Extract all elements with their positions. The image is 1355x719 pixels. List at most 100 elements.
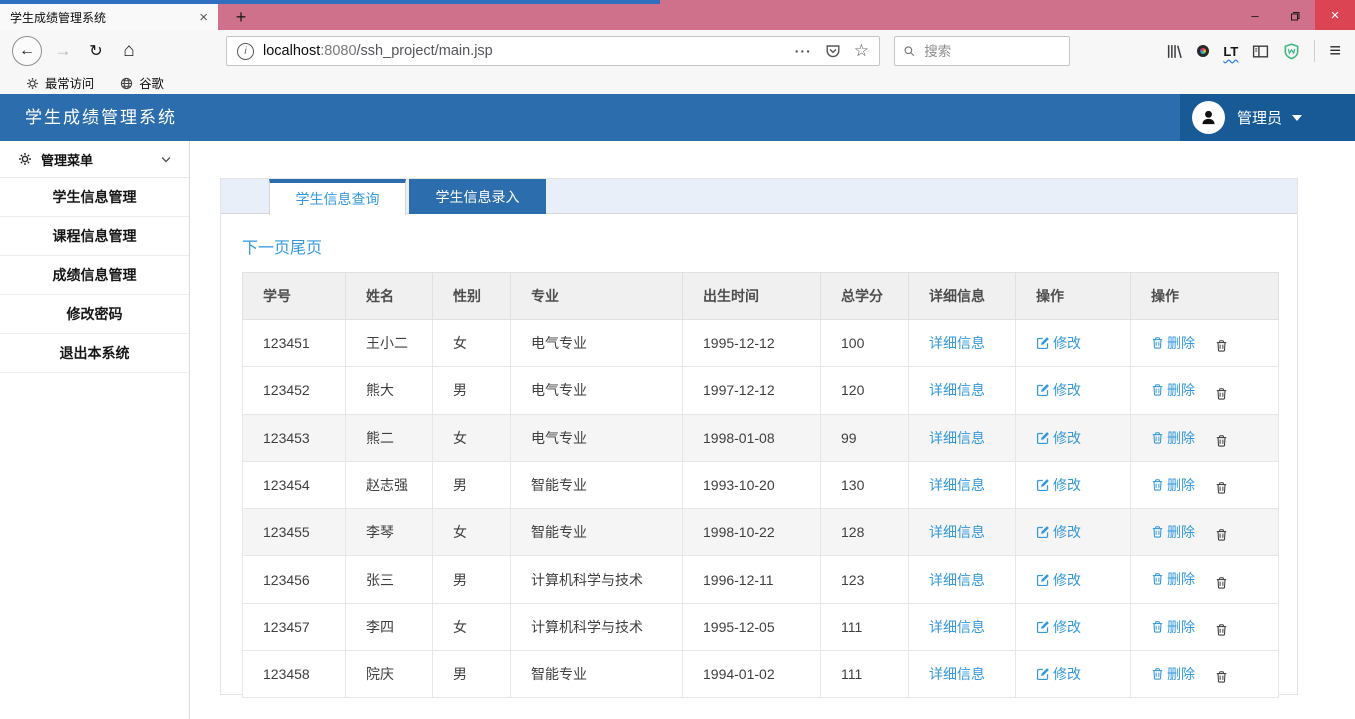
trash-icon	[1151, 667, 1164, 681]
languagetool-icon[interactable]: LT	[1223, 44, 1238, 59]
trash-icon-button[interactable]	[1215, 481, 1228, 495]
url-actions: ··· ☆	[795, 41, 869, 61]
cell-edit: 修改	[1016, 367, 1131, 414]
delete-link[interactable]: 删除	[1151, 428, 1195, 448]
edit-link[interactable]: 修改	[1036, 380, 1081, 400]
home-button[interactable]: ⌂	[116, 40, 142, 62]
tab-strip: 学生信息查询 学生信息录入	[221, 179, 1297, 214]
cell-birth-date: 1996-12-11	[683, 556, 821, 603]
edit-icon	[1036, 573, 1050, 587]
tab-content: 下一页尾页 学号 姓名 性别 专业	[221, 214, 1297, 698]
cell-student-id: 123456	[243, 556, 346, 603]
detail-link[interactable]: 详细信息	[929, 664, 985, 684]
site-info-icon[interactable]: i	[237, 43, 254, 60]
tab-close-icon[interactable]: ×	[197, 9, 210, 26]
reload-button[interactable]: ↻	[84, 41, 108, 61]
delete-link[interactable]: 删除	[1151, 664, 1195, 684]
search-input[interactable]	[922, 43, 1061, 60]
restore-button[interactable]	[1275, 0, 1315, 30]
cell-delete: 删除	[1131, 461, 1279, 508]
person-icon	[1199, 108, 1218, 127]
trash-icon-button[interactable]	[1215, 339, 1228, 353]
shield-extension-icon[interactable]	[1283, 43, 1300, 60]
edit-link[interactable]: 修改	[1036, 522, 1081, 542]
tab-student-query[interactable]: 学生信息查询	[269, 179, 406, 215]
restore-icon	[1290, 10, 1301, 21]
cell-birth-date: 1997-12-12	[683, 367, 821, 414]
cell-birth-date: 1993-10-20	[683, 461, 821, 508]
pagination: 下一页尾页	[242, 234, 1276, 258]
sidebar-menu-header[interactable]: 管理菜单	[0, 141, 189, 178]
detail-link[interactable]: 详细信息	[929, 333, 985, 353]
edit-link[interactable]: 修改	[1036, 333, 1081, 353]
trash-icon-button[interactable]	[1215, 670, 1228, 684]
delete-link[interactable]: 删除	[1151, 569, 1195, 589]
trash-icon-button[interactable]	[1215, 576, 1228, 590]
url-bar[interactable]: i localhost:8080/ssh_project/main.jsp ··…	[226, 36, 880, 66]
trash-icon-button[interactable]	[1215, 528, 1228, 542]
detail-link[interactable]: 详细信息	[929, 522, 985, 542]
cell-gender: 女	[433, 509, 511, 556]
edit-link[interactable]: 修改	[1036, 428, 1081, 448]
detail-link[interactable]: 详细信息	[929, 570, 985, 590]
edit-icon	[1036, 383, 1050, 397]
detail-link[interactable]: 详细信息	[929, 475, 985, 495]
admin-dropdown[interactable]: 管理员	[1180, 94, 1355, 141]
sidebar: 管理菜单 学生信息管理 课程信息管理 成绩信息管理 修改密码 退出本系统	[0, 141, 190, 719]
detail-link[interactable]: 详细信息	[929, 380, 985, 400]
close-button[interactable]: ×	[1315, 0, 1355, 30]
trash-icon-button[interactable]	[1215, 623, 1228, 637]
edit-link[interactable]: 修改	[1036, 475, 1081, 495]
delete-link[interactable]: 删除	[1151, 380, 1195, 400]
minimize-button[interactable]: –	[1235, 0, 1275, 30]
trash-icon-button[interactable]	[1215, 434, 1228, 448]
bookmark-google[interactable]: 谷歌	[120, 74, 164, 92]
edit-icon	[1036, 336, 1050, 350]
col-action-edit: 操作	[1016, 273, 1131, 320]
menu-icon[interactable]: ≡	[1329, 40, 1341, 63]
bookmark-most-visited[interactable]: 最常访问	[26, 74, 94, 92]
sidebar-item-logout[interactable]: 退出本系统	[0, 334, 189, 373]
forward-button[interactable]: →	[52, 41, 74, 61]
bookmark-star-icon[interactable]: ☆	[854, 41, 869, 61]
page-body: 管理菜单 学生信息管理 课程信息管理 成绩信息管理 修改密码 退出本系统 学生信…	[0, 141, 1355, 719]
col-total-credits: 总学分	[821, 273, 909, 320]
delete-link[interactable]: 删除	[1151, 617, 1195, 637]
sidebar-toggle-icon[interactable]	[1252, 43, 1269, 60]
tab-student-entry[interactable]: 学生信息录入	[409, 179, 546, 214]
page-actions-icon[interactable]: ···	[795, 43, 812, 59]
pocket-icon[interactable]	[825, 43, 841, 59]
browser-tab[interactable]: 学生成绩管理系统 ×	[0, 4, 218, 30]
delete-link[interactable]: 删除	[1151, 522, 1195, 542]
edit-link[interactable]: 修改	[1036, 570, 1081, 590]
cell-birth-date: 1995-12-12	[683, 320, 821, 367]
browser-navbar: ← → ↻ ⌂ i localhost:8080/ssh_project/mai…	[0, 30, 1355, 72]
edit-link[interactable]: 修改	[1036, 664, 1081, 684]
edit-icon	[1036, 431, 1050, 445]
sidebar-item-course-info[interactable]: 课程信息管理	[0, 217, 189, 256]
cell-detail: 详细信息	[909, 320, 1016, 367]
sidebar-item-change-password[interactable]: 修改密码	[0, 295, 189, 334]
sidebar-item-student-info[interactable]: 学生信息管理	[0, 178, 189, 217]
search-box[interactable]	[894, 36, 1070, 66]
detail-link[interactable]: 详细信息	[929, 617, 985, 637]
edit-icon	[1036, 667, 1050, 681]
new-tab-button[interactable]: +	[226, 4, 256, 30]
pagination-last-link[interactable]: 尾页	[290, 240, 322, 257]
pagination-next-link[interactable]: 下一页	[242, 240, 290, 257]
detail-link[interactable]: 详细信息	[929, 428, 985, 448]
main-content: 学生信息查询 学生信息录入 下一页尾页 学号	[190, 141, 1355, 719]
cell-delete: 删除	[1131, 509, 1279, 556]
trash-icon	[1151, 336, 1164, 350]
cell-major: 计算机科学与技术	[511, 603, 683, 650]
edit-link[interactable]: 修改	[1036, 617, 1081, 637]
delete-link[interactable]: 删除	[1151, 333, 1195, 353]
back-button[interactable]: ←	[12, 36, 42, 66]
library-icon[interactable]	[1166, 43, 1183, 60]
cell-gender: 男	[433, 461, 511, 508]
trash-icon-button[interactable]	[1215, 387, 1228, 401]
delete-link[interactable]: 删除	[1151, 475, 1195, 495]
color-wheel-icon[interactable]	[1197, 45, 1209, 57]
table-row: 123456 张三 男 计算机科学与技术 1996-12-11 123 详细信息…	[243, 556, 1279, 603]
sidebar-item-grade-info[interactable]: 成绩信息管理	[0, 256, 189, 295]
